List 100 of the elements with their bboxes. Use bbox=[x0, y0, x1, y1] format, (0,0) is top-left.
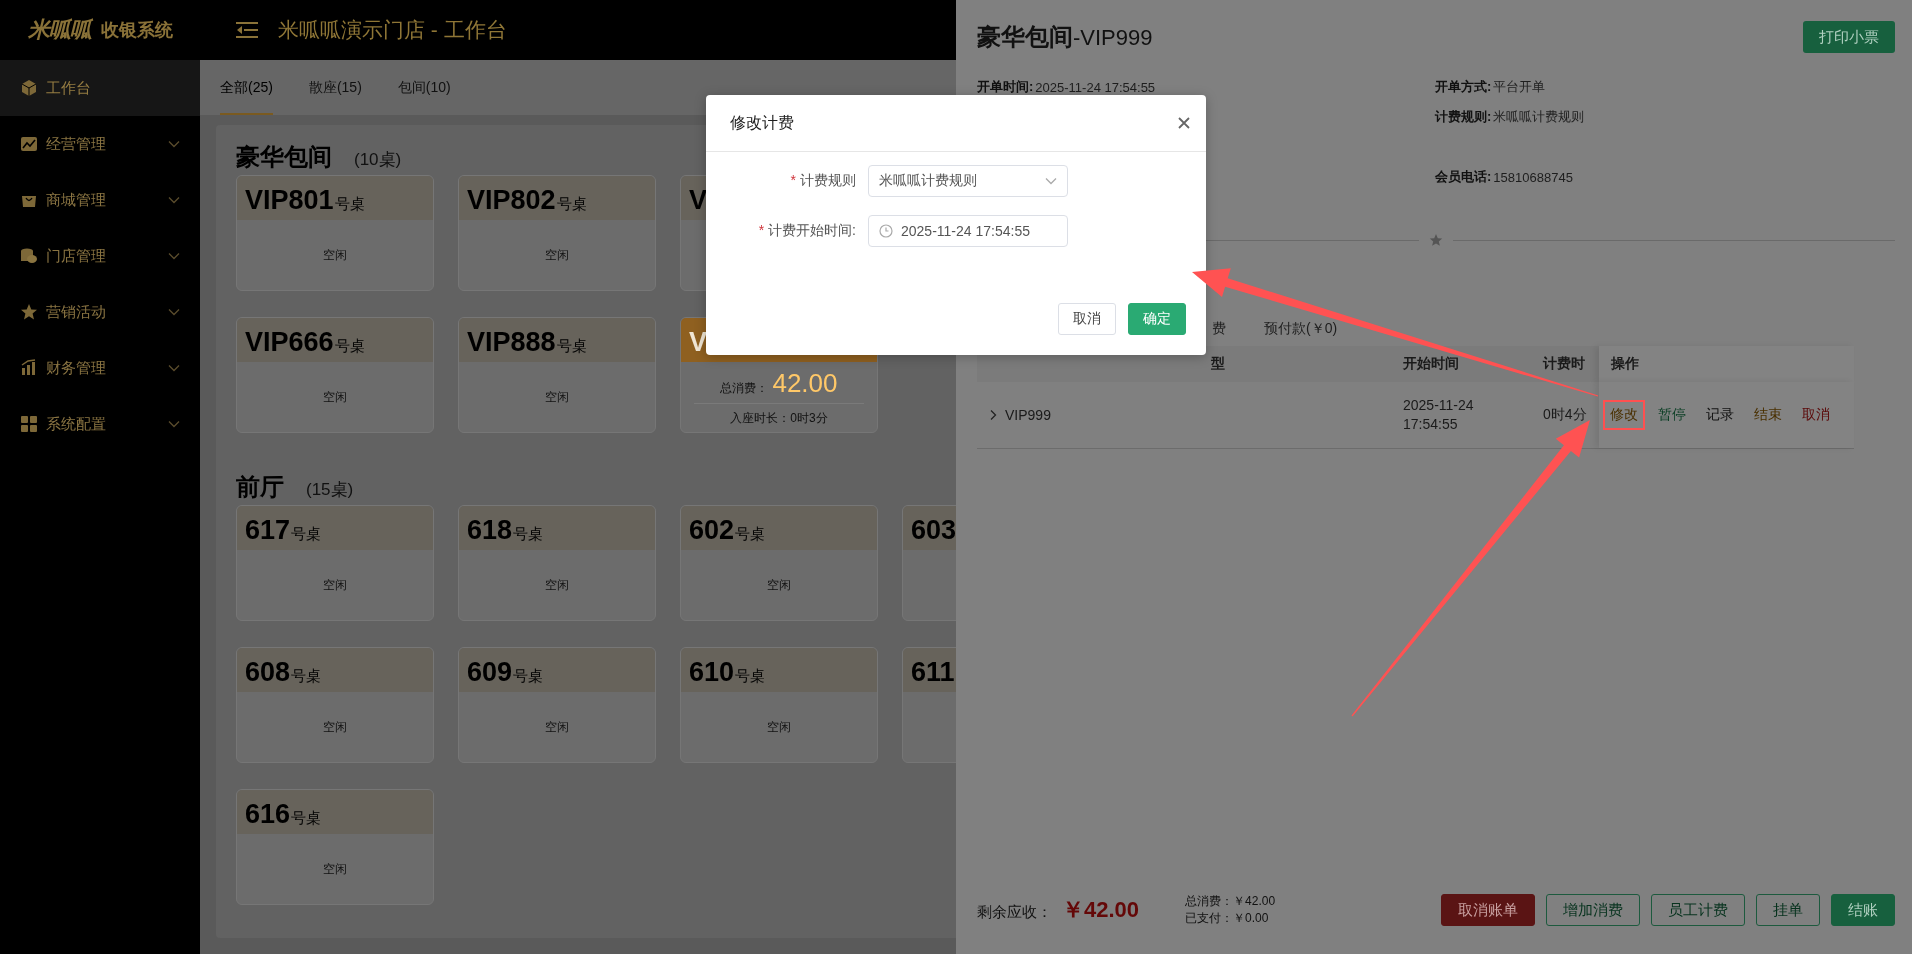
total-amount: 42.00 bbox=[772, 368, 838, 399]
info-value: 2025-11-24 17:54:55 bbox=[1035, 79, 1156, 95]
tab[interactable]: 全部(25) bbox=[220, 60, 273, 115]
table-card[interactable]: 618号桌 空闲 bbox=[458, 505, 656, 621]
table-number: 611 bbox=[911, 659, 955, 686]
table-card[interactable]: VIP801号桌 空闲 bbox=[236, 175, 434, 291]
action-link[interactable]: 修改 bbox=[1603, 400, 1645, 430]
info-label: 开单时间: bbox=[977, 78, 1034, 96]
table-status: 空闲 bbox=[767, 576, 791, 594]
table-card[interactable]: VIP888号桌 空闲 bbox=[458, 317, 656, 433]
info-label: 开单方式: bbox=[1435, 78, 1492, 96]
checkout-button[interactable]: 结账 bbox=[1831, 894, 1895, 926]
info-label: 计费规则: bbox=[1435, 108, 1492, 126]
tab[interactable]: 费 bbox=[1212, 320, 1226, 338]
column-header: 型 bbox=[1211, 355, 1225, 373]
grid-icon bbox=[20, 415, 38, 433]
confirm-button[interactable]: 确定 bbox=[1128, 303, 1186, 335]
section-title: 前厅 bbox=[236, 472, 284, 502]
column-header: 操作 bbox=[1611, 355, 1639, 373]
collapse-menu-icon[interactable] bbox=[236, 21, 258, 39]
table-card[interactable]: 602号桌 空闲 bbox=[680, 505, 878, 621]
table-number: 609号桌 bbox=[467, 659, 544, 686]
section-title: 豪华包间 bbox=[236, 142, 332, 172]
table-cell: VIP999 bbox=[1005, 407, 1051, 423]
action-button[interactable]: 挂单 bbox=[1756, 894, 1820, 926]
expand-row-icon[interactable] bbox=[989, 409, 997, 421]
table-card[interactable]: VIP802号桌 空闲 bbox=[458, 175, 656, 291]
tab[interactable]: 包间(10) bbox=[397, 60, 451, 115]
table-number: VIP802号桌 bbox=[467, 187, 587, 214]
action-button[interactable]: 取消账单 bbox=[1441, 894, 1535, 926]
action-link[interactable]: 暂停 bbox=[1651, 400, 1693, 430]
info-value: 15810688745 bbox=[1493, 169, 1573, 185]
paid-amount: 已支付：￥0.00 bbox=[1185, 910, 1270, 927]
table-status: 空闲 bbox=[545, 246, 569, 264]
table-card[interactable]: 611 bbox=[902, 647, 956, 763]
action-button[interactable]: 员工计费 bbox=[1651, 894, 1745, 926]
table-number: 616号桌 bbox=[245, 801, 322, 828]
action-link[interactable]: 取消 bbox=[1795, 400, 1837, 430]
table-number: 602号桌 bbox=[689, 517, 766, 544]
table-card[interactable]: 608号桌 空闲 bbox=[236, 647, 434, 763]
table-status: 空闲 bbox=[323, 576, 347, 594]
bar-chart-icon bbox=[20, 359, 38, 377]
sidebar-item[interactable]: 系统配置 bbox=[0, 396, 200, 452]
table-number: VIP666号桌 bbox=[245, 329, 365, 356]
table-number: 618号桌 bbox=[467, 517, 544, 544]
date-time-field[interactable]: 2025-11-24 17:54:55 bbox=[868, 215, 1068, 247]
select-field[interactable]: 米呱呱计费规则 bbox=[868, 165, 1068, 197]
print-receipt-button[interactable]: 打印小票 bbox=[1803, 21, 1895, 53]
due-label: 剩余应收： bbox=[977, 903, 1052, 922]
field-label: * 计费规则 bbox=[789, 172, 857, 190]
due-amount: ￥42.00 bbox=[1062, 896, 1140, 924]
sidebar-item[interactable]: 门店管理 bbox=[0, 228, 200, 284]
sidebar-item[interactable]: 工作台 bbox=[0, 60, 200, 116]
sidebar-item[interactable]: 经营管理 bbox=[0, 116, 200, 172]
total-consumption: 总消费：￥42.00 bbox=[1185, 893, 1276, 910]
action-button[interactable]: 增加消费 bbox=[1546, 894, 1640, 926]
logo: 米呱呱 bbox=[28, 16, 91, 44]
table-card[interactable]: 610号桌 空闲 bbox=[680, 647, 878, 763]
coins-icon bbox=[20, 247, 38, 265]
table-number: 603 bbox=[911, 517, 956, 544]
table-status: 空闲 bbox=[323, 860, 347, 878]
table-card[interactable]: VIP666号桌 空闲 bbox=[236, 317, 434, 433]
app-name: 收银系统 bbox=[101, 19, 173, 42]
star-icon bbox=[20, 303, 38, 321]
table-status: 空闲 bbox=[545, 718, 569, 736]
table-status: 空闲 bbox=[323, 388, 347, 406]
table-card[interactable]: 609号桌 空闲 bbox=[458, 647, 656, 763]
table-count: (10桌) bbox=[354, 149, 402, 171]
star-icon bbox=[1429, 233, 1443, 247]
table-number: VIP801号桌 bbox=[245, 187, 365, 214]
table-status: 空闲 bbox=[545, 576, 569, 594]
action-link[interactable]: 结束 bbox=[1747, 400, 1789, 430]
table-number: 608号桌 bbox=[245, 659, 322, 686]
tab[interactable]: 散座(15) bbox=[308, 60, 362, 115]
sidebar-item[interactable]: 财务管理 bbox=[0, 340, 200, 396]
column-header: 计费时 bbox=[1543, 355, 1585, 373]
sidebar-item[interactable]: 营销活动 bbox=[0, 284, 200, 340]
close-icon[interactable] bbox=[1178, 117, 1190, 129]
table-number: V bbox=[689, 329, 707, 356]
action-link[interactable]: 记录 bbox=[1699, 400, 1741, 430]
info-label: 会员电话: bbox=[1435, 168, 1492, 186]
cube-icon bbox=[20, 79, 38, 97]
table-card[interactable]: 603 bbox=[902, 505, 956, 621]
total-label: 总消费： bbox=[720, 380, 769, 397]
table-cell: 0时4分 bbox=[1543, 406, 1587, 424]
column-header: 开始时间 bbox=[1403, 355, 1459, 373]
clock-icon bbox=[879, 224, 893, 238]
table-card[interactable]: 617号桌 空闲 bbox=[236, 505, 434, 621]
table-number: V bbox=[689, 187, 707, 214]
cancel-button[interactable]: 取消 bbox=[1058, 303, 1116, 335]
sidebar-item[interactable]: 商城管理 bbox=[0, 172, 200, 228]
seat-duration: 入座时长：0时3分 bbox=[730, 410, 828, 427]
chevron-down-icon bbox=[1045, 177, 1057, 185]
table-card[interactable]: 616号桌 空闲 bbox=[236, 789, 434, 905]
table-number: VIP888号桌 bbox=[467, 329, 587, 356]
tab[interactable]: 预付款(￥0) bbox=[1264, 320, 1338, 338]
table-count: (15桌) bbox=[306, 479, 354, 501]
chart-icon bbox=[20, 135, 38, 153]
field-label: * 计费开始时间: bbox=[757, 222, 857, 240]
drawer-title: 豪华包间-VIP999 bbox=[977, 22, 1153, 52]
